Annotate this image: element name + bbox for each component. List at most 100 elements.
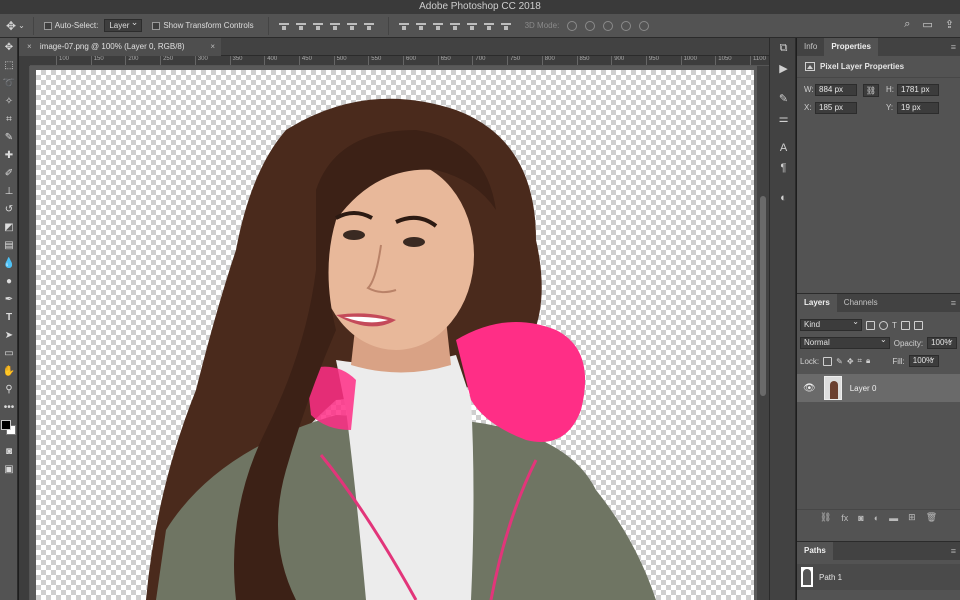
add-mask-icon[interactable]: ◙ <box>858 513 863 523</box>
type-tool-icon[interactable]: T <box>0 308 18 326</box>
tab-paths[interactable]: Paths <box>797 542 833 560</box>
fx-icon[interactable]: fx <box>841 513 848 523</box>
width-field[interactable]: 884 px <box>815 84 857 96</box>
group-icon[interactable]: ▬ <box>889 513 898 523</box>
align-right-icon[interactable] <box>363 21 374 31</box>
path-selection-tool-icon[interactable]: ➤ <box>0 326 18 344</box>
trash-icon[interactable]: 🗑︎ <box>926 512 937 523</box>
distribute-middle-icon[interactable] <box>415 21 426 31</box>
y-field[interactable]: 19 px <box>897 102 939 114</box>
foreground-color-swatch[interactable] <box>1 420 11 430</box>
x-field[interactable]: 185 px <box>815 102 857 114</box>
filter-smart-object-icon[interactable] <box>913 320 923 330</box>
document-tab[interactable]: × image-07.png @ 100% (Layer 0, RGB/8) × <box>19 38 221 56</box>
opacity-field[interactable]: 100% <box>927 335 957 349</box>
auto-select-dropdown[interactable]: Layer <box>104 17 143 32</box>
zoom-tool-icon[interactable]: ⚲ <box>0 380 18 398</box>
share-icon[interactable]: ⇪ <box>945 18 954 31</box>
healing-brush-tool-icon[interactable]: ✚ <box>0 146 18 164</box>
paragraph-panel-icon[interactable]: ¶ <box>770 158 797 178</box>
search-icon[interactable]: ⌕ <box>904 18 910 31</box>
lasso-tool-icon[interactable]: ➰ <box>0 74 18 92</box>
workspace-icon[interactable]: ▭ <box>922 18 932 31</box>
checkbox-box[interactable] <box>43 21 52 30</box>
filter-type-icon[interactable]: T <box>892 321 897 330</box>
roll-3d-icon[interactable] <box>585 20 596 31</box>
lock-artboard-icon[interactable]: ⌗ <box>858 356 863 366</box>
link-icon[interactable]: ⛓ <box>863 84 879 97</box>
magic-wand-tool-icon[interactable]: ✧ <box>0 92 18 110</box>
tab-info[interactable]: Info <box>797 38 824 56</box>
filter-adjustment-icon[interactable] <box>879 320 888 330</box>
filter-shape-icon[interactable] <box>900 320 910 330</box>
canvas-area[interactable] <box>30 66 757 600</box>
tool-preset-picker[interactable]: ✥ ⌄ <box>6 16 34 35</box>
scale-3d-icon[interactable] <box>639 20 650 31</box>
marquee-tool-icon[interactable]: ⬚ <box>0 56 18 74</box>
eyedropper-tool-icon[interactable]: ✎ <box>0 128 18 146</box>
scrollbar-thumb[interactable] <box>760 196 766 396</box>
lock-position-icon[interactable]: ✥ <box>847 357 854 366</box>
panel-menu-icon[interactable]: ≡ <box>951 38 956 56</box>
crop-tool-icon[interactable]: ⌗ <box>0 110 18 128</box>
panel-menu-icon[interactable]: ≡ <box>951 294 956 312</box>
lock-all-icon[interactable]: 🔒︎ <box>866 356 870 366</box>
distribute-bottom-icon[interactable] <box>432 21 443 31</box>
rectangle-tool-icon[interactable]: ▭ <box>0 344 18 362</box>
character-panel-icon[interactable]: A <box>770 138 797 158</box>
new-layer-icon[interactable]: ⊞ <box>908 512 916 523</box>
styles-panel-icon[interactable]: ◐ <box>770 188 797 208</box>
vertical-ruler[interactable] <box>19 66 30 600</box>
checkbox-box[interactable] <box>152 21 161 30</box>
distribute-center-icon[interactable] <box>466 21 477 31</box>
align-center-icon[interactable] <box>346 21 357 31</box>
quick-mask-icon[interactable]: ◙ <box>0 442 18 460</box>
filter-kind-dropdown[interactable]: Kind <box>800 317 862 331</box>
lock-image-icon[interactable]: ✎ <box>836 357 843 366</box>
blur-tool-icon[interactable]: 💧 <box>0 254 18 272</box>
history-brush-tool-icon[interactable]: ↺ <box>0 200 18 218</box>
distribute-top-icon[interactable] <box>398 21 409 31</box>
align-middle-icon[interactable] <box>295 21 306 31</box>
document-canvas[interactable] <box>36 70 754 600</box>
canvas-scrollbar[interactable] <box>757 66 769 600</box>
move-tool-icon[interactable]: ✥ <box>0 38 18 56</box>
height-field[interactable]: 1781 px <box>897 84 939 96</box>
close-icon[interactable]: × <box>210 38 215 56</box>
history-panel-icon[interactable]: ⧉ <box>770 38 797 58</box>
panel-menu-icon[interactable]: ≡ <box>951 542 956 560</box>
actions-panel-icon[interactable]: ▶ <box>770 58 797 78</box>
distribute-left-icon[interactable] <box>449 21 460 31</box>
more-tools-icon[interactable]: ••• <box>0 398 18 416</box>
filter-pixel-icon[interactable] <box>866 320 875 330</box>
brush-settings-icon[interactable]: ✎ <box>770 88 797 108</box>
close-icon[interactable]: × <box>27 42 32 51</box>
show-transform-checkbox[interactable]: Show Transform Controls <box>152 21 254 30</box>
auto-align-icon[interactable] <box>500 21 511 31</box>
drag-3d-icon[interactable] <box>603 20 614 31</box>
hand-tool-icon[interactable]: ✋ <box>0 362 18 380</box>
link-layers-icon[interactable]: ⛓ <box>820 512 831 523</box>
path-name[interactable]: Path 1 <box>819 573 842 582</box>
auto-select-checkbox[interactable]: Auto-Select: <box>43 21 98 30</box>
brush-tool-icon[interactable]: ✐ <box>0 164 18 182</box>
fill-field[interactable]: 100% <box>908 353 939 367</box>
adjustment-layer-icon[interactable]: ◐ <box>874 513 879 523</box>
adjustments-panel-icon[interactable]: ⚌ <box>770 108 797 128</box>
distribute-right-icon[interactable] <box>483 21 494 31</box>
layer-row[interactable]: 👁︎ Layer 0 <box>797 374 960 402</box>
eraser-tool-icon[interactable]: ◩ <box>0 218 18 236</box>
blend-mode-dropdown[interactable]: Normal <box>800 335 890 349</box>
horizontal-ruler[interactable]: 100 150 200 250 300 350 400 450 500 550 600 650 700 7… <box>30 56 769 66</box>
tab-layers[interactable]: Layers <box>797 294 837 312</box>
color-swatches[interactable] <box>0 416 18 442</box>
align-left-icon[interactable] <box>329 21 340 31</box>
align-top-icon[interactable] <box>278 21 289 31</box>
dodge-tool-icon[interactable]: ● <box>0 272 18 290</box>
slide-3d-icon[interactable] <box>621 20 632 31</box>
lock-transparent-icon[interactable] <box>823 356 833 366</box>
eye-icon[interactable]: 👁︎ <box>803 383 816 394</box>
clone-stamp-tool-icon[interactable]: ⊥ <box>0 182 18 200</box>
screen-mode-icon[interactable]: ▣ <box>0 460 18 478</box>
tab-channels[interactable]: Channels <box>837 294 885 312</box>
